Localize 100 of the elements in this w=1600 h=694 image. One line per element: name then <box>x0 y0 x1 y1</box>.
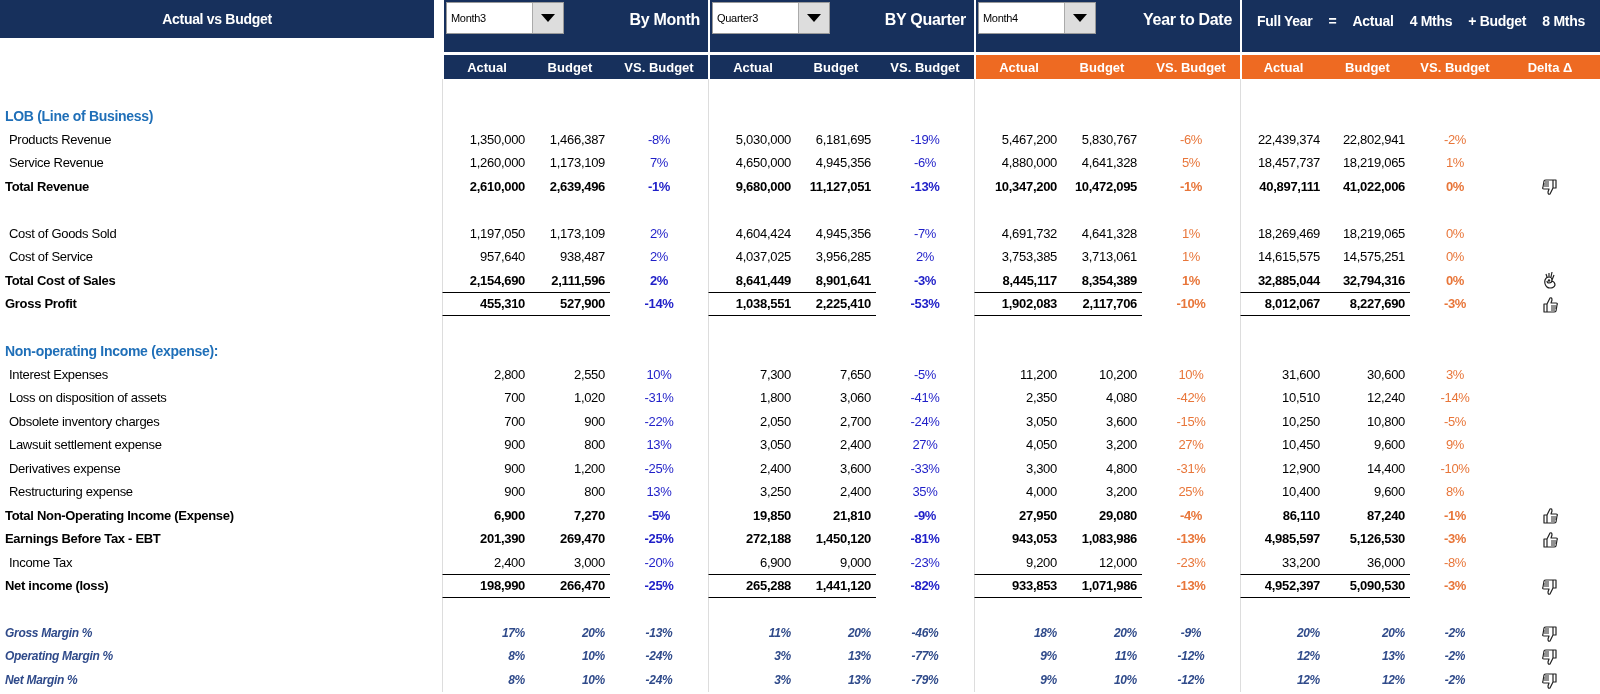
variance-cell: -13% <box>645 625 673 640</box>
variance-cell: -25% <box>644 460 674 476</box>
amount-cell: 938,487 <box>560 249 605 265</box>
full-year-formula-text: Full Year <box>1257 13 1313 29</box>
amount-cell: 9,600 <box>1373 484 1405 500</box>
dropdown-arrow-button[interactable] <box>798 3 829 33</box>
amount-cell: 11,127,051 <box>809 178 871 194</box>
amount-cell: 32,885,044 <box>1257 272 1320 288</box>
row-label: Derivatives expense <box>8 460 121 476</box>
variance-cell: -22% <box>644 413 674 429</box>
amount-cell: 933,853 <box>1012 578 1057 594</box>
amount-cell: 12,240 <box>1367 390 1405 406</box>
amount-cell: 2,400 <box>839 437 871 453</box>
variance-cell: -23% <box>910 554 940 570</box>
variance-cell: -1% <box>1443 507 1467 523</box>
amount-cell: 10,800 <box>1367 413 1405 429</box>
variance-cell: 2% <box>649 272 669 288</box>
amount-cell: 10,472,095 <box>1074 178 1137 194</box>
amount-cell: 11% <box>768 625 791 640</box>
amount-cell: 9,200 <box>1025 554 1057 570</box>
amount-cell: 87,240 <box>1367 507 1405 523</box>
amount-cell: 8% <box>508 672 525 687</box>
amount-cell: 1,441,120 <box>815 578 871 594</box>
amount-cell: 4,080 <box>1105 390 1137 406</box>
variance-cell: 0% <box>1445 225 1465 241</box>
amount-cell: 32,794,316 <box>1342 272 1405 288</box>
amount-cell: 3,600 <box>839 460 871 476</box>
amount-cell: 3,050 <box>759 437 791 453</box>
amount-cell: 4,945,356 <box>815 225 871 241</box>
variance-cell: 10% <box>646 366 672 382</box>
amount-cell: 10,200 <box>1099 366 1137 382</box>
dropdown-arrow-button[interactable] <box>532 3 563 33</box>
row-label: Gross Margin % <box>5 625 93 640</box>
period-dropdown[interactable]: Month3 <box>446 2 564 34</box>
column-header: Actual <box>974 55 1062 79</box>
variance-cell: -25% <box>644 578 674 594</box>
row-label: Total Revenue <box>5 178 89 194</box>
amount-cell: 14,575,251 <box>1342 249 1405 265</box>
amount-cell: 2,154,690 <box>469 272 525 288</box>
variance-cell: -6% <box>913 155 937 171</box>
amount-cell: 1,197,050 <box>469 225 525 241</box>
variance-cell: -42% <box>1176 390 1206 406</box>
amount-cell: 700 <box>504 390 525 406</box>
amount-cell: 4,800 <box>1105 460 1137 476</box>
amount-cell: 2,639,496 <box>549 178 605 194</box>
amount-cell: 266,470 <box>560 578 605 594</box>
amount-cell: 1,260,000 <box>469 155 525 171</box>
amount-cell: 5,126,530 <box>1349 531 1405 547</box>
amount-cell: 18,219,065 <box>1342 155 1405 171</box>
row-label: Obsolete inventory charges <box>8 413 160 429</box>
amount-cell: 13% <box>847 672 871 687</box>
variance-cell: 9% <box>1445 437 1465 453</box>
section-heading: LOB (Line of Business) <box>5 107 154 124</box>
amount-cell: 11% <box>1114 649 1137 664</box>
row-label: Service Revenue <box>8 155 104 171</box>
variance-cell: 0% <box>1445 178 1465 194</box>
row-label: Lawsuit settlement expense <box>8 437 162 453</box>
amount-cell: 1,800 <box>759 390 791 406</box>
variance-cell: 27% <box>912 437 938 453</box>
amount-cell: 800 <box>584 437 605 453</box>
variance-cell: -13% <box>1176 531 1206 547</box>
amount-cell: 14,615,575 <box>1257 249 1320 265</box>
amount-cell: 9,000 <box>839 554 871 570</box>
amount-cell: 3,956,285 <box>815 249 871 265</box>
variance-cell: 13% <box>646 437 672 453</box>
amount-cell: 2,700 <box>839 413 871 429</box>
row-label: Total Non-Operating Income (Expense) <box>5 507 234 523</box>
amount-cell: 13% <box>1381 649 1405 664</box>
amount-cell: 31,600 <box>1282 366 1320 382</box>
amount-cell: 3,050 <box>1025 413 1057 429</box>
caret-icon <box>807 14 821 22</box>
amount-cell: 27,950 <box>1019 507 1057 523</box>
variance-cell: -2% <box>1444 625 1466 640</box>
amount-cell: 4,037,025 <box>735 249 791 265</box>
amount-cell: 1,083,986 <box>1081 531 1137 547</box>
amount-cell: 900 <box>584 413 605 429</box>
amount-cell: 9% <box>1040 672 1057 687</box>
period-title: BY Quarter <box>884 11 966 29</box>
amount-cell: 20% <box>581 625 605 640</box>
amount-cell: 201,390 <box>480 531 525 547</box>
variance-cell: -3% <box>1443 578 1467 594</box>
amount-cell: 21,810 <box>833 507 871 523</box>
amount-cell: 36,000 <box>1367 554 1405 570</box>
period-title: By Month <box>629 11 700 29</box>
amount-cell: 272,188 <box>746 531 791 547</box>
period-dropdown[interactable]: Month4 <box>978 2 1096 34</box>
variance-cell: -4% <box>1179 507 1203 523</box>
variance-cell: -1% <box>647 178 671 194</box>
column-header: VS. Budget <box>876 55 974 79</box>
amount-cell: 40,897,111 <box>1259 178 1320 194</box>
variance-cell: -12% <box>1177 649 1205 664</box>
amount-cell: 3,200 <box>1105 437 1137 453</box>
amount-cell: 1,173,109 <box>549 155 605 171</box>
full-year-formula-text: Actual <box>1352 13 1394 29</box>
amount-cell: 3,713,061 <box>1081 249 1137 265</box>
amount-cell: 8,641,449 <box>735 272 791 288</box>
variance-cell: -2% <box>1443 131 1467 147</box>
thumbs-up-icon <box>1541 506 1559 525</box>
period-dropdown[interactable]: Quarter3 <box>712 2 830 34</box>
dropdown-arrow-button[interactable] <box>1064 3 1095 33</box>
